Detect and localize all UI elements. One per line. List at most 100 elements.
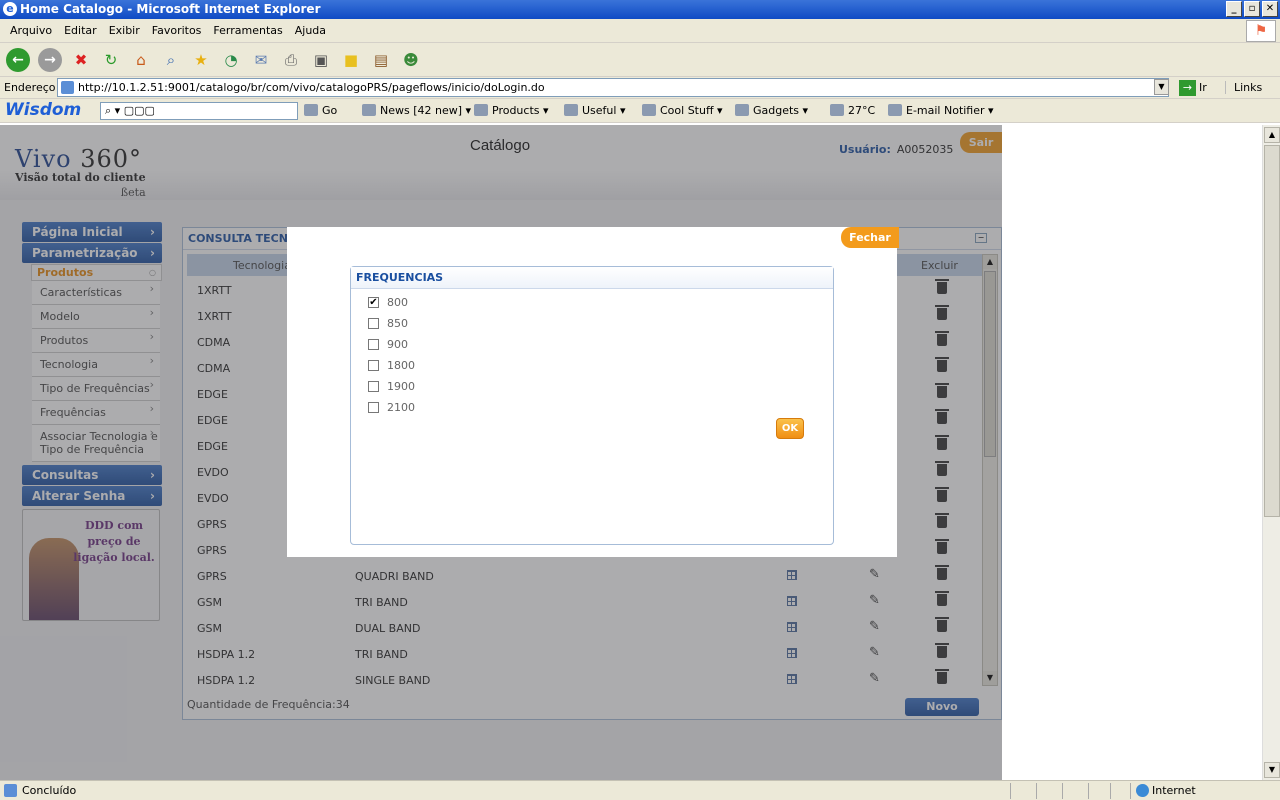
frequency-label: 1900: [387, 380, 415, 393]
refresh-icon[interactable]: ↻: [100, 49, 122, 71]
frequencias-title: FREQUENCIAS: [351, 267, 833, 289]
mail-icon[interactable]: ✉: [250, 49, 272, 71]
menu-ajuda[interactable]: Ajuda: [289, 24, 332, 37]
frequency-checkbox[interactable]: [368, 381, 379, 392]
address-dropdown-icon[interactable]: ▼: [1154, 79, 1169, 95]
close-modal-button[interactable]: Fechar: [841, 227, 899, 248]
gadgets-label: Gadgets: [753, 104, 800, 117]
page-done-icon: [4, 784, 17, 797]
maximize-button[interactable]: ▫: [1244, 1, 1260, 17]
status-bar: Concluído Internet: [0, 780, 1280, 800]
security-zone: Internet: [1136, 781, 1196, 800]
windows-logo-icon: ⚑: [1246, 20, 1276, 42]
frequency-checkbox[interactable]: [368, 339, 379, 350]
page-scroll-thumb[interactable]: [1264, 145, 1280, 517]
frequency-checkbox[interactable]: [368, 318, 379, 329]
gear-icon: [735, 104, 749, 116]
frequencias-modal: Fechar FREQUENCIAS ✔ 800 850 900 1800 1900 210…: [287, 227, 899, 557]
wisdom-go-button[interactable]: Go: [304, 104, 337, 117]
status-divider: [1130, 783, 1131, 799]
address-input[interactable]: http://10.1.2.51:9001/catalogo/br/com/vi…: [57, 78, 1169, 97]
page-icon: [61, 81, 74, 94]
stop-icon[interactable]: ✖: [70, 49, 92, 71]
status-divider: [1088, 783, 1089, 799]
products-label: Products: [492, 104, 540, 117]
email-notifier-button[interactable]: E-mail Notifier ▾: [888, 104, 994, 117]
go-label: Ir: [1199, 81, 1207, 94]
products-icon: [474, 104, 488, 116]
window-title: Home Catalogo - Microsoft Internet Explo…: [20, 2, 321, 16]
status-label: Concluído: [22, 784, 77, 797]
useful-button[interactable]: Useful ▾: [564, 104, 625, 117]
go-icon: [304, 104, 318, 116]
search-icon: ⌕ ▾: [105, 104, 124, 117]
frequency-label: 1800: [387, 359, 415, 372]
email-notifier-label: E-mail Notifier: [906, 104, 985, 117]
frequency-checkbox[interactable]: [368, 360, 379, 371]
minimize-button[interactable]: _: [1226, 1, 1242, 17]
address-label: Endereço: [4, 81, 56, 94]
edit-page-icon[interactable]: ▣: [310, 49, 332, 71]
search-icon[interactable]: ⌕: [160, 49, 182, 71]
notes-icon[interactable]: ■: [340, 49, 362, 71]
back-icon[interactable]: ←: [6, 47, 30, 72]
status-text: Concluído: [4, 781, 76, 800]
frequency-checkbox[interactable]: ✔: [368, 297, 379, 308]
cool-stuff-button[interactable]: Cool Stuff ▾: [642, 104, 723, 117]
wisdom-search-value: ▢▢▢: [123, 104, 155, 117]
weather-icon: [830, 104, 844, 116]
page-scroll-down-icon[interactable]: ▼: [1264, 762, 1280, 778]
frequency-label: 2100: [387, 401, 415, 414]
address-bar: Endereço http://10.1.2.51:9001/catalogo/…: [0, 77, 1280, 99]
envelope-icon: [888, 104, 902, 116]
status-divider: [1010, 783, 1011, 799]
frequency-checkbox[interactable]: [368, 402, 379, 413]
home-icon[interactable]: ⌂: [130, 49, 152, 71]
news-button[interactable]: News [42 new] ▾: [362, 104, 471, 117]
weather-button[interactable]: 27°C: [830, 104, 875, 117]
print-icon[interactable]: ⎙: [280, 49, 302, 71]
menu-bar: Arquivo Editar Exibir Favoritos Ferramen…: [0, 19, 1280, 43]
zone-label: Internet: [1152, 784, 1196, 797]
page-scrollbar[interactable]: ▲ ▼: [1262, 125, 1280, 780]
wisdom-toolbar: Wisdom ⌕ ▾ ▢▢▢ Go News [42 new] ▾ Produc…: [0, 99, 1280, 123]
history-icon[interactable]: ◔: [220, 49, 242, 71]
close-window-button[interactable]: ✕: [1262, 1, 1278, 17]
weather-label: 27°C: [848, 104, 876, 117]
go-arrow-icon: →: [1179, 80, 1196, 96]
frequency-label: 900: [387, 338, 408, 351]
star-icon: [564, 104, 578, 116]
status-divider: [1062, 783, 1063, 799]
globe-icon: [1136, 784, 1149, 797]
products-button[interactable]: Products ▾: [474, 104, 549, 117]
wisdom-logo[interactable]: Wisdom: [5, 100, 81, 120]
links-button[interactable]: Links: [1225, 81, 1262, 94]
wisdom-search-input[interactable]: ⌕ ▾ ▢▢▢: [100, 102, 298, 120]
menu-ferramentas[interactable]: Ferramentas: [207, 24, 288, 37]
messenger-icon[interactable]: ☻: [400, 49, 422, 71]
address-url: http://10.1.2.51:9001/catalogo/br/com/vi…: [78, 81, 545, 94]
favorites-icon[interactable]: ★: [190, 49, 212, 71]
gadgets-button[interactable]: Gadgets ▾: [735, 104, 808, 117]
frequency-label: 800: [387, 296, 408, 309]
menu-editar[interactable]: Editar: [58, 24, 103, 37]
research-icon[interactable]: ▤: [370, 49, 392, 71]
menu-arquivo[interactable]: Arquivo: [4, 24, 58, 37]
forward-icon[interactable]: →: [38, 47, 62, 72]
page-scroll-up-icon[interactable]: ▲: [1264, 127, 1280, 143]
frequencias-box: FREQUENCIAS ✔ 800 850 900 1800 1900 2100 OK: [350, 266, 834, 545]
page-viewport: Vivo 360° Visão total do cliente ßeta Ca…: [0, 125, 1262, 780]
menu-favoritos[interactable]: Favoritos: [146, 24, 208, 37]
lightning-icon: [642, 104, 656, 116]
cool-stuff-label: Cool Stuff: [660, 104, 714, 117]
status-divider: [1036, 783, 1037, 799]
frequency-label: 850: [387, 317, 408, 330]
news-label: News [42 new]: [380, 104, 463, 117]
status-divider: [1110, 783, 1111, 799]
ok-button[interactable]: OK: [776, 418, 804, 439]
go-button[interactable]: → Ir: [1177, 79, 1219, 97]
window-controls: _ ▫ ✕: [1226, 1, 1278, 17]
menu-exibir[interactable]: Exibir: [103, 24, 146, 37]
browser-toolbar: ← → ✖ ↻ ⌂ ⌕ ★ ◔ ✉ ⎙ ▣ ■ ▤ ☻: [0, 43, 1280, 77]
news-icon: [362, 104, 376, 116]
